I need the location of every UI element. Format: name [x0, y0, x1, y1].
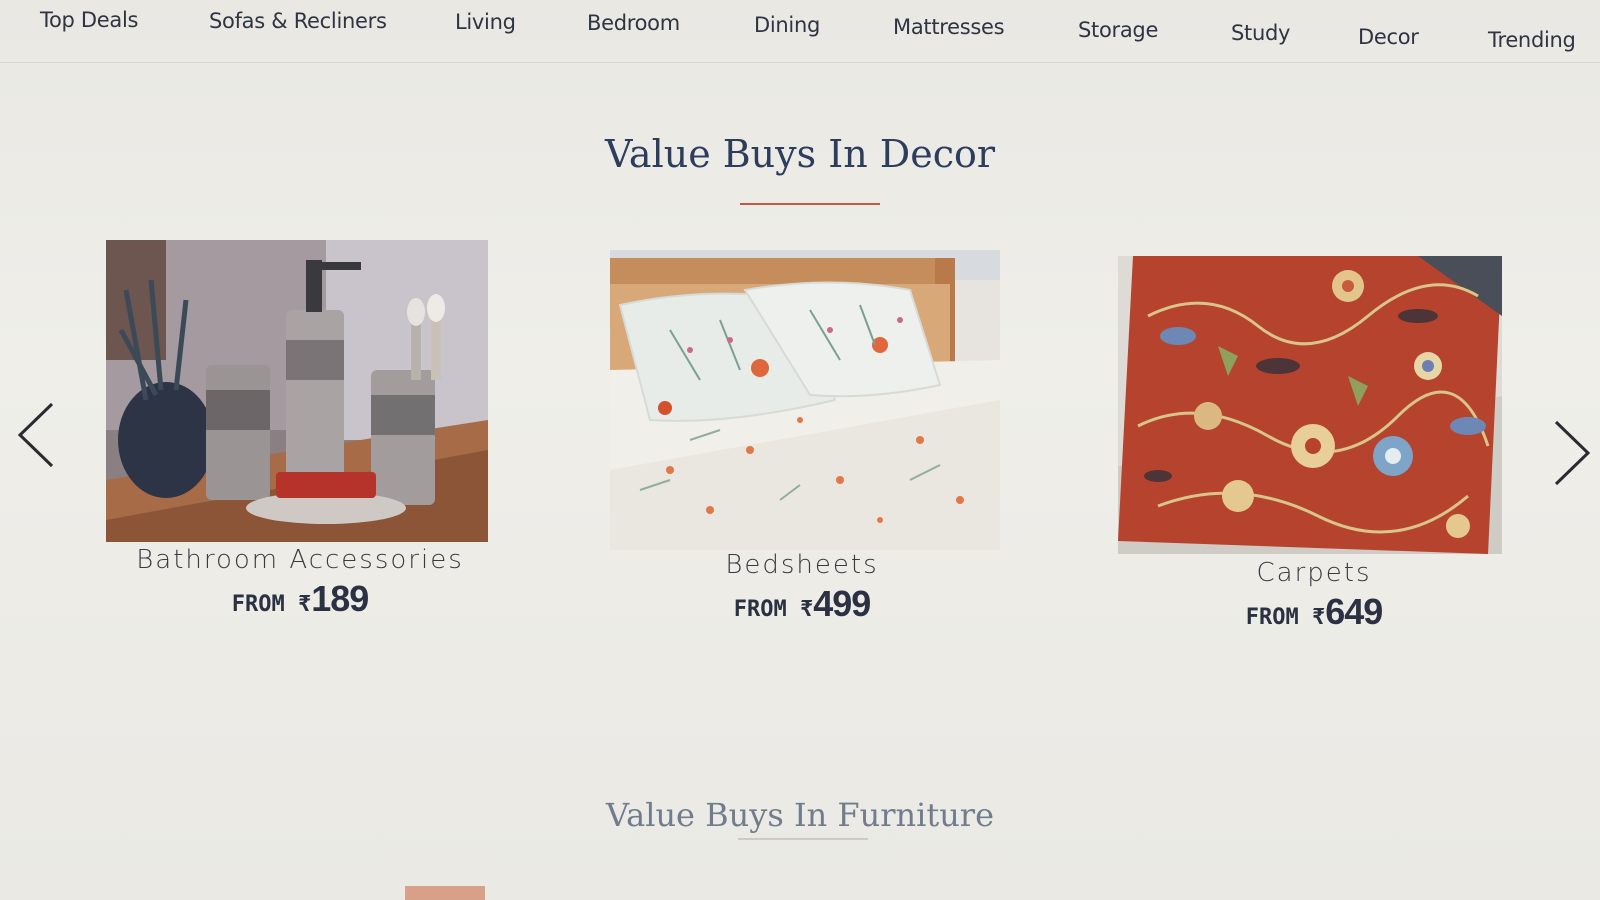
title-underline — [738, 838, 868, 840]
nav-item-top-deals[interactable]: Top Deals — [40, 8, 138, 32]
nav-item-sofas-recliners[interactable]: Sofas & Recliners — [209, 9, 387, 33]
price-value: 649 — [1325, 591, 1383, 632]
price-value: 189 — [311, 578, 369, 619]
price-prefix: FROM ₹ — [1245, 605, 1326, 630]
nav-item-dining[interactable]: Dining — [754, 13, 820, 37]
product-card-carpets[interactable]: Carpets FROM ₹649 — [1054, 252, 1554, 632]
bedsheets-image[interactable] — [610, 250, 1000, 550]
title-underline — [740, 203, 880, 205]
nav-item-study[interactable]: Study — [1231, 21, 1290, 45]
section-title-furniture: Value Buys In Furniture — [605, 796, 995, 834]
card-name: Bedsheets — [725, 550, 879, 580]
card-price: FROM ₹189 — [50, 578, 550, 620]
section-title-decor: Value Buys In Decor — [604, 132, 996, 176]
nav-item-storage[interactable]: Storage — [1078, 18, 1158, 42]
category-nav: Top Deals Sofas & Recliners Living Bedro… — [0, 0, 1600, 63]
card-price: FROM ₹649 — [1064, 591, 1564, 633]
nav-item-trending[interactable]: Trending — [1488, 28, 1576, 52]
card-name: Bathroom Accessories — [136, 545, 464, 575]
chevron-right-icon — [1554, 420, 1591, 486]
carpets-image[interactable] — [1118, 256, 1502, 554]
nav-item-bedroom[interactable]: Bedroom — [587, 11, 680, 35]
nav-item-mattresses[interactable]: Mattresses — [893, 15, 1005, 39]
product-card-bathroom-accessories[interactable]: Bathroom Accessories FROM ₹189 — [50, 240, 550, 620]
card-name: Carpets — [1256, 558, 1372, 588]
card-price: FROM ₹499 — [552, 583, 1052, 625]
carousel-next-button[interactable] — [1550, 418, 1594, 492]
price-prefix: FROM ₹ — [231, 592, 312, 617]
price-value: 499 — [813, 583, 871, 624]
nav-item-decor[interactable]: Decor — [1358, 25, 1419, 49]
nav-item-living[interactable]: Living — [455, 10, 516, 34]
next-section-card-peek — [405, 886, 485, 900]
product-card-bedsheets[interactable]: Bedsheets FROM ₹499 — [552, 246, 1052, 626]
price-prefix: FROM ₹ — [733, 597, 814, 622]
bathroom-accessories-image[interactable] — [106, 240, 488, 542]
